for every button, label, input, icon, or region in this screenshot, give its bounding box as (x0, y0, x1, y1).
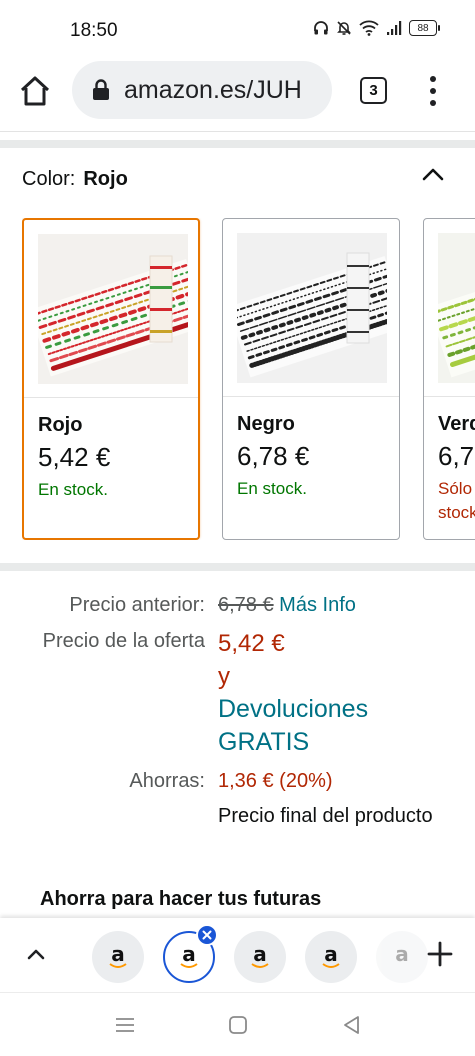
status-bar: 18:50 88 (0, 0, 475, 58)
swatch-stock: En stock. (237, 479, 307, 498)
swatch-name: Negro (237, 413, 295, 435)
wifi-icon (359, 20, 379, 36)
offer-price-label: Precio de la oferta (42, 630, 205, 652)
status-icons: 88 (313, 20, 440, 36)
headphones-icon (314, 21, 328, 35)
previous-price-row: 6,78 € Más Info (218, 594, 356, 617)
battery-level: 88 (417, 22, 429, 34)
divider (0, 131, 475, 132)
amazon-smile-icon (109, 963, 127, 968)
savings-label: Ahorras: (129, 770, 205, 792)
close-tab-icon[interactable] (196, 924, 218, 946)
home-icon[interactable] (18, 74, 52, 108)
section-divider (0, 140, 475, 148)
swatch-name: Verde (438, 413, 475, 435)
amazon-smile-icon (180, 963, 198, 968)
color-label: Color: (22, 168, 76, 190)
chevron-up-icon[interactable] (421, 163, 445, 187)
tab-amazon[interactable]: a (305, 931, 357, 983)
system-nav-bar (0, 992, 475, 1056)
swatch-negro[interactable]: Negro 6,78 € En stock. (222, 218, 400, 540)
recents-menu-icon[interactable] (113, 1013, 137, 1037)
bell-muted-icon (337, 21, 351, 35)
more-info-link[interactable]: Más Info (279, 594, 356, 616)
home-nav-icon[interactable] (226, 1013, 250, 1037)
back-nav-icon[interactable] (340, 1013, 364, 1037)
product-image-green (428, 233, 475, 383)
color-swatch-carousel[interactable]: Rojo 5,42 € En stock. Negro 6,78 € En st… (22, 218, 475, 540)
offer-and-text: y (218, 663, 230, 690)
section-divider (0, 563, 475, 571)
tab-switcher-button[interactable]: 3 (360, 77, 387, 104)
url-text: amazon.es/JUH (124, 75, 302, 104)
color-selected-value: Rojo (83, 168, 128, 190)
swatch-verde[interactable]: Verde 6,78 € Sólo quedan 3 en stock. (423, 218, 475, 540)
amazon-favicon: a (395, 942, 409, 966)
product-image-black (227, 233, 399, 383)
amazon-smile-icon (251, 963, 269, 968)
product-image-red (29, 234, 198, 384)
swatch-stock: Sólo quedan 3 en stock. (438, 479, 475, 522)
signal-icon (387, 21, 402, 35)
tab-amazon-faded[interactable]: a (376, 931, 428, 983)
savings-value: 1,36 € (20%) (218, 770, 333, 792)
swatch-price: 6,78 € (237, 441, 310, 471)
previous-price-label: Precio anterior: (69, 594, 205, 616)
battery-icon: 88 (409, 20, 440, 36)
tab-amazon[interactable]: a (92, 931, 144, 983)
previous-price-value: 6,78 € (218, 594, 274, 616)
more-menu-icon[interactable] (425, 74, 441, 108)
swatch-name: Rojo (38, 414, 83, 436)
swatch-price: 5,42 € (38, 442, 111, 472)
tab-amazon[interactable]: a (234, 931, 286, 983)
chevron-up-icon[interactable] (24, 943, 48, 967)
free-returns-link[interactable]: Devoluciones GRATIS (218, 693, 458, 759)
tab-strip: a a a a a (0, 918, 475, 992)
status-time: 18:50 (70, 20, 118, 41)
amazon-smile-icon (322, 963, 340, 968)
color-selector-header[interactable]: Color: Rojo (22, 168, 128, 191)
browser-toolbar: amazon.es/JUH 3 (0, 58, 475, 124)
new-tab-icon[interactable] (426, 940, 454, 968)
final-price-note: Precio final del producto (218, 805, 433, 827)
swatch-stock: En stock. (38, 480, 108, 499)
offer-price-value: 5,42 € (218, 630, 285, 657)
address-bar[interactable]: amazon.es/JUH (72, 61, 332, 119)
swatch-rojo[interactable]: Rojo 5,42 € En stock. (22, 218, 200, 540)
offer-price-block: 5,42 € y Devoluciones GRATIS (218, 627, 458, 759)
swatch-price: 6,78 € (438, 441, 475, 471)
save-heading: Ahorra para hacer tus futuras (40, 888, 322, 910)
lock-icon (93, 79, 109, 100)
